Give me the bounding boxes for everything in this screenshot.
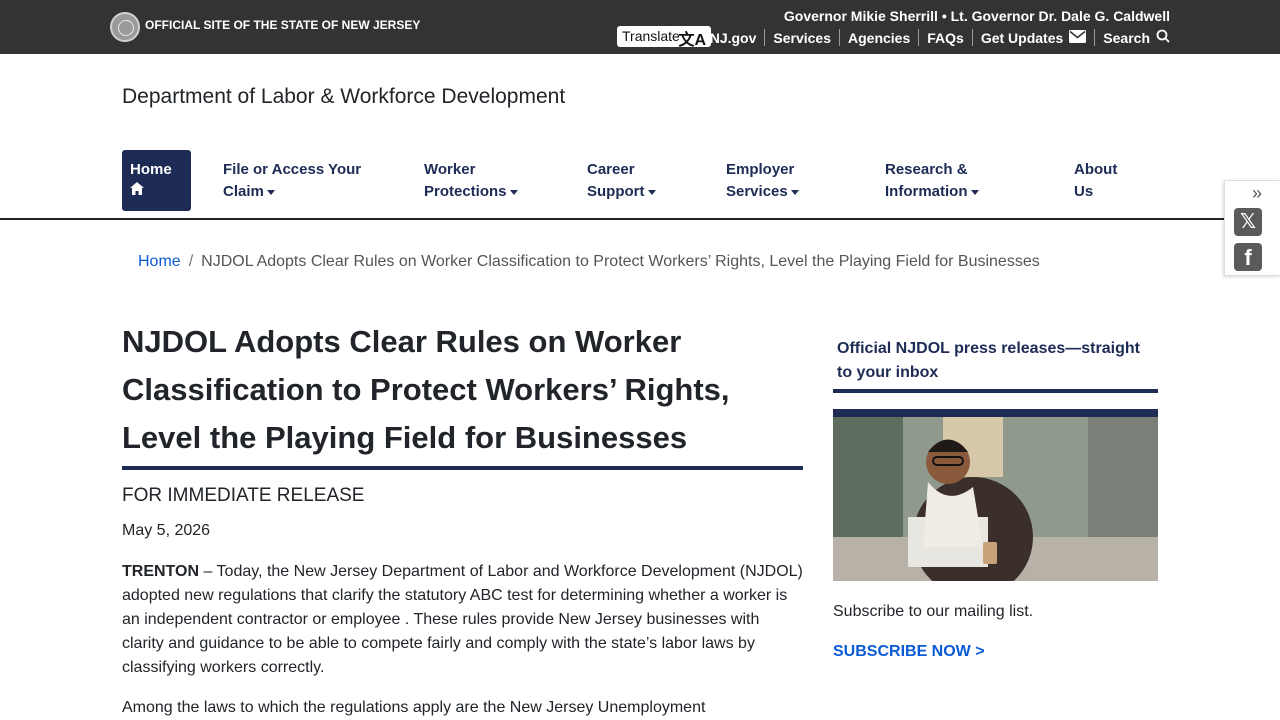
nav-home-label: Home [130, 161, 172, 178]
translate-label: Translate [622, 28, 680, 44]
department-name[interactable]: Department of Labor & Workforce Developm… [122, 85, 565, 109]
top-link-label: FAQs [927, 29, 964, 46]
x-share-icon[interactable]: 𝕏 [1234, 208, 1262, 236]
nav-item-label: Research & [885, 161, 968, 178]
collapse-chevrons-icon[interactable]: » [1252, 183, 1262, 204]
nav-home[interactable]: Home [122, 150, 191, 211]
newsletter-photo [833, 409, 1158, 581]
translate-button[interactable]: Translate 文A [617, 26, 711, 49]
breadcrumb-home-link[interactable]: Home [138, 253, 181, 270]
nav-item-label: Claim [223, 183, 264, 200]
nav-item-label: Us [1074, 183, 1094, 200]
page-title-line: Classification to Protect Workers’ Right… [122, 372, 730, 407]
breadcrumb-current: NJDOL Adopts Clear Rules on Worker Class… [201, 253, 1040, 270]
nav-item-label: Information [885, 183, 968, 200]
nav-item-label: Support [587, 183, 645, 200]
release-label: FOR IMMEDIATE RELEASE [122, 485, 365, 506]
top-link-agencies[interactable]: Agencies [840, 29, 920, 46]
top-link-search[interactable]: Search [1095, 29, 1170, 46]
nav-about-us[interactable]: About Us [1074, 159, 1117, 203]
home-icon [130, 182, 144, 195]
subscribe-now-link[interactable]: SUBSCRIBE NOW > [833, 643, 985, 661]
nav-item-label: File or Access Your [223, 161, 362, 178]
page-title-line: NJDOL Adopts Clear Rules on Worker [122, 324, 682, 359]
envelope-icon [1069, 29, 1087, 46]
nav-worker-protections[interactable]: Worker Protections [424, 159, 518, 203]
nav-item-label: About [1074, 161, 1118, 178]
top-link-label: Services [773, 29, 831, 46]
nav-item-label: Services [726, 183, 788, 200]
nav-employer-services[interactable]: Employer Services [726, 159, 799, 203]
breadcrumb: Home / NJDOL Adopts Clear Rules on Worker … [138, 253, 1040, 271]
page-title-line: Level the Playing Field for Businesses [122, 420, 688, 455]
man-reading-newspaper-image [833, 417, 1158, 581]
caret-down-icon [970, 189, 979, 195]
top-link-services[interactable]: Services [765, 29, 840, 46]
nav-item-label: Worker [424, 161, 476, 178]
nav-item-label: Protections [424, 183, 507, 200]
nav-career-support[interactable]: Career Support [587, 159, 656, 203]
article-paragraph: Among the laws to which the regulations … [122, 699, 706, 716]
caret-down-icon [790, 189, 799, 195]
caret-down-icon [647, 189, 656, 195]
official-site-label[interactable]: OFFICIAL SITE OF THE STATE OF NEW JERSEY [145, 18, 420, 32]
nav-item-label: Career [587, 161, 635, 178]
search-icon [1156, 29, 1170, 46]
top-link-label: Agencies [848, 29, 911, 46]
nav-item-label: Employer [726, 161, 795, 178]
newsletter-heading: Official NJDOL press releases—straight t… [833, 337, 1158, 393]
share-sidebar: » 𝕏 f [1224, 180, 1280, 276]
top-link-get-updates[interactable]: Get Updates [973, 29, 1096, 46]
top-link-faqs[interactable]: FAQs [919, 29, 973, 46]
subscribe-text: Subscribe to our mailing list. [833, 603, 1034, 620]
article-paragraph: TRENTON – Today, the New Jersey Departme… [122, 560, 803, 680]
top-link-label: Get Updates [980, 29, 1064, 46]
caret-down-icon [509, 189, 518, 195]
caret-down-icon [266, 189, 275, 195]
nav-file-claim[interactable]: File or Access Your Claim [223, 159, 361, 203]
facebook-share-icon[interactable]: f [1234, 243, 1262, 271]
main-nav: Home File or Access Your Claim Worker Pr… [0, 150, 1280, 220]
governor-line: Governor Mikie Sherrill • Lt. Governor D… [783, 8, 1170, 24]
paragraph-text: – Today, the New Jersey Department of La… [122, 563, 803, 676]
top-link-label: NJ.gov [709, 29, 757, 46]
state-topbar: OFFICIAL SITE OF THE STATE OF NEW JERSEY… [0, 0, 1280, 54]
top-links: NJ.gov Services Agencies FAQs Get Update… [702, 29, 1170, 46]
top-link-njgov[interactable]: NJ.gov [702, 29, 766, 46]
dateline: TRENTON [122, 563, 200, 580]
release-date: May 5, 2026 [122, 522, 211, 539]
nj-state-seal-icon[interactable] [110, 12, 140, 42]
page-title: NJDOL Adopts Clear Rules on Worker Class… [122, 318, 803, 470]
breadcrumb-separator: / [188, 253, 194, 270]
top-link-label: Search [1103, 29, 1150, 46]
nav-research-information[interactable]: Research & Information [885, 159, 979, 203]
